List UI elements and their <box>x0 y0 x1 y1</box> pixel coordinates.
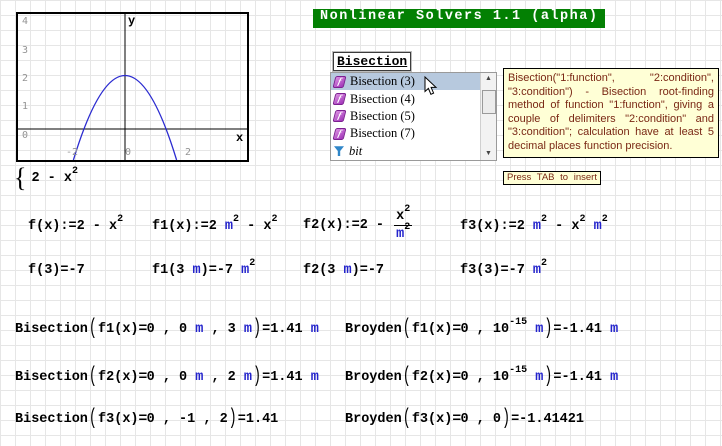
workspace: { "title": { "text": "Nonlinear Solvers … <box>0 0 722 446</box>
x-tick-label: 0 <box>125 148 131 158</box>
function-description-tooltip: Bisection("1:function", "2:condition", "… <box>503 68 719 158</box>
math-eval-f2[interactable]: f2(3 m)=-7 <box>303 263 384 278</box>
autocomplete-dropdown: fBisection (3)fBisection (4)fBisection (… <box>330 72 497 161</box>
plot-expression[interactable]: { 2 - x2 <box>14 163 78 193</box>
function-name-input[interactable]: Bisection <box>333 52 411 71</box>
math-eval-f3[interactable]: f3(3)=-7 m2 <box>460 263 547 278</box>
autocomplete-item[interactable]: fBisection (5) <box>331 108 480 125</box>
y-tick-label: 2 <box>22 74 28 84</box>
autocomplete-item-label: Bisection (3) <box>350 74 415 89</box>
autocomplete-item-label: Bisection (7) <box>350 126 415 141</box>
math-def-f[interactable]: f(x):=2 - x2 <box>28 219 123 234</box>
plot-expression-formula: 2 - x2 <box>31 171 78 186</box>
math-broyden-f3[interactable]: Broyden(f3(x)=0 , 0)=-1.41421 <box>345 412 584 427</box>
math-def-f2[interactable]: f2(x):=2 - x2m2 <box>303 209 414 242</box>
autocomplete-item-label: Bisection (5) <box>350 109 415 124</box>
x-tick-label: -2 <box>66 148 78 158</box>
mouse-cursor <box>424 76 438 96</box>
autocomplete-item-label: bit <box>349 144 362 159</box>
math-eval-f[interactable]: f(3)=-7 <box>28 263 85 278</box>
function-icon: f <box>333 76 347 88</box>
autocomplete-item[interactable]: fBisection (3) <box>331 73 480 90</box>
tab-insert-hint: Press TAB to insert <box>503 171 601 185</box>
scroll-down-icon[interactable]: ▼ <box>485 150 492 158</box>
y-axis-letter: y <box>128 15 135 27</box>
y-tick-label: 0 <box>22 131 28 141</box>
function-icon: f <box>333 93 347 105</box>
brace-glyph: { <box>14 162 26 194</box>
autocomplete-item-label: Bisection (4) <box>350 92 415 107</box>
app-title-banner[interactable]: Nonlinear Solvers 1.1 (alpha) <box>313 9 605 28</box>
y-tick-label: 3 <box>22 46 28 56</box>
autocomplete-list: fBisection (3)fBisection (4)fBisection (… <box>331 73 480 160</box>
dropdown-scrollbar[interactable]: ▲ ▼ <box>480 73 496 160</box>
y-tick-label: 1 <box>22 102 28 112</box>
math-bisection-f1[interactable]: Bisection(f1(x)=0 , 0 m , 3 m)=1.41 m <box>15 322 319 337</box>
math-broyden-f2[interactable]: Broyden(f2(x)=0 , 10-15 m)=-1.41 m <box>345 370 618 385</box>
scroll-up-icon[interactable]: ▲ <box>485 75 492 83</box>
x-axis-letter: x <box>236 132 243 144</box>
autocomplete-item[interactable]: bit <box>331 143 480 160</box>
x-tick-label: 2 <box>185 148 191 158</box>
math-eval-f1[interactable]: f1(3 m)=-7 m2 <box>152 263 255 278</box>
autocomplete-item[interactable]: fBisection (7) <box>331 125 480 142</box>
function-icon: f <box>333 128 347 140</box>
math-def-f1[interactable]: f1(x):=2 m2 - x2 <box>152 219 277 234</box>
scroll-thumb[interactable] <box>482 90 496 114</box>
function-icon: f <box>333 110 347 122</box>
filter-icon <box>334 146 344 156</box>
plot-region[interactable]: 4 3 2 1 0 -2 0 2 y x <box>16 12 249 162</box>
math-broyden-f1[interactable]: Broyden(f1(x)=0 , 10-15 m)=-1.41 m <box>345 322 618 337</box>
math-bisection-f2[interactable]: Bisection(f2(x)=0 , 0 m , 2 m)=1.41 m <box>15 370 319 385</box>
autocomplete-item[interactable]: fBisection (4) <box>331 90 480 107</box>
math-def-f3[interactable]: f3(x):=2 m2 - x2 m2 <box>460 219 608 234</box>
y-tick-label: 4 <box>22 17 28 27</box>
math-bisection-f3[interactable]: Bisection(f3(x)=0 , -1 , 2)=1.41 <box>15 412 278 427</box>
plot-canvas <box>18 14 247 160</box>
